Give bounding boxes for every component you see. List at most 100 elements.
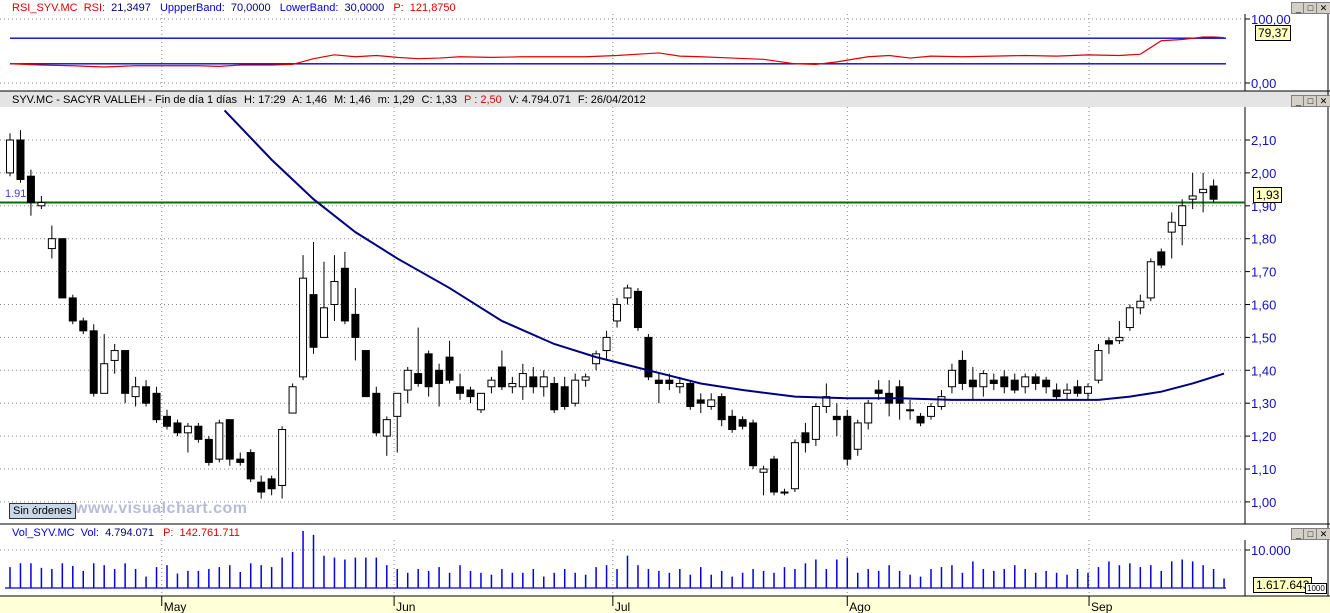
candle <box>456 373 465 400</box>
candle <box>382 416 391 456</box>
candle-body <box>100 363 109 394</box>
candle <box>1167 212 1176 259</box>
candle <box>497 350 506 391</box>
candle <box>529 367 538 394</box>
candle-body <box>539 376 548 388</box>
candle <box>728 409 737 433</box>
candle-body <box>1010 379 1019 391</box>
candle-body <box>770 458 779 493</box>
candle-body <box>351 313 360 338</box>
candle-body <box>717 396 726 421</box>
candle <box>110 343 119 374</box>
candle-body <box>393 392 402 417</box>
candle <box>759 465 768 496</box>
candle <box>194 422 203 443</box>
candle-body <box>686 382 695 407</box>
candle-body <box>843 415 852 460</box>
candle <box>874 380 883 400</box>
candle-body <box>1104 340 1113 345</box>
candle <box>319 261 328 338</box>
candle <box>403 367 412 404</box>
candle-body <box>1178 205 1187 227</box>
candle-body <box>801 432 810 444</box>
rsi-close-button[interactable]: ✕ <box>1316 2 1330 14</box>
price-axis-label: 2,10 <box>1251 133 1276 148</box>
candle <box>895 380 904 420</box>
candle <box>864 399 873 430</box>
candle <box>68 294 77 325</box>
high-value: M: 1,46 <box>334 94 371 106</box>
candle-body <box>152 392 161 421</box>
volume-current-tag: 1.617.643 <box>1253 577 1313 593</box>
candle <box>1073 380 1082 397</box>
candle-body <box>361 350 370 398</box>
rsi-value: 21,3497 <box>111 2 151 14</box>
candle-body <box>1083 386 1092 394</box>
candle <box>550 376 559 414</box>
price-close-button[interactable]: ✕ <box>1316 95 1330 107</box>
candle-body <box>1209 185 1218 200</box>
candle <box>267 475 276 496</box>
open-value: A: 1,46 <box>292 94 327 106</box>
candle-body <box>1125 307 1134 329</box>
candle <box>1125 304 1134 331</box>
candle-body <box>403 369 412 391</box>
volume-scale-badge: 1000 <box>1305 583 1327 594</box>
price-current-tag: 1,93 <box>1253 187 1283 203</box>
candle <box>16 130 25 183</box>
candle <box>236 452 245 466</box>
candle-body <box>529 376 538 388</box>
volume-name: Vol_SYV.MC <box>12 527 75 539</box>
candle <box>79 317 88 335</box>
candle <box>393 392 402 453</box>
candle <box>487 376 496 394</box>
candle <box>215 419 224 463</box>
candle-body <box>654 379 663 384</box>
candle-body <box>958 359 967 384</box>
candle <box>58 238 67 299</box>
candle-body <box>927 405 936 417</box>
candle-body <box>183 425 192 434</box>
candle-body <box>895 386 904 404</box>
date-value: F: 26/04/2012 <box>578 94 646 106</box>
price-plot <box>0 109 1245 499</box>
candle <box>843 409 852 466</box>
candle <box>183 422 192 453</box>
price-axis-label: 2,00 <box>1251 166 1276 181</box>
candle <box>623 284 632 305</box>
candle <box>592 350 601 371</box>
candle-body <box>1188 195 1197 200</box>
volume-legend: Vol_SYV.MC Vol: 4.794.071 P: 142.761.711 <box>12 527 240 539</box>
candle-body <box>476 392 485 411</box>
candle <box>707 393 716 410</box>
candle <box>780 488 789 496</box>
volume-close-button[interactable]: ✕ <box>1316 528 1330 540</box>
candle-body <box>696 399 705 404</box>
candle <box>832 403 841 437</box>
candle <box>330 255 339 321</box>
vol-p-label: P: <box>163 527 173 539</box>
orders-button[interactable]: Sin órdenes <box>9 503 76 519</box>
symbol-header: SYV.MC - SACYR VALLEH - Fin de día 1 día… <box>12 94 237 106</box>
candle-body <box>267 478 276 490</box>
candle <box>414 327 423 387</box>
candle <box>372 386 381 437</box>
candle-body <box>675 382 684 388</box>
candle-body <box>110 350 119 361</box>
rsi-line <box>9 36 1225 68</box>
price-axis-label: 1,70 <box>1251 265 1276 280</box>
candle <box>1104 337 1113 354</box>
chart-canvas[interactable]: May Jun Jul Ago Sep 100,000,002,102,001,901,… <box>0 0 1330 613</box>
candle <box>518 363 527 400</box>
candle-body <box>1094 350 1103 381</box>
candle <box>1063 383 1072 400</box>
candle-body <box>1157 251 1166 266</box>
candle <box>476 392 485 414</box>
candle-body <box>906 409 915 412</box>
candle-body <box>1136 300 1145 309</box>
candle <box>1094 343 1103 384</box>
candle-body <box>246 452 255 480</box>
candle-body <box>947 369 956 388</box>
candle <box>204 436 213 466</box>
candle-body <box>236 458 245 463</box>
